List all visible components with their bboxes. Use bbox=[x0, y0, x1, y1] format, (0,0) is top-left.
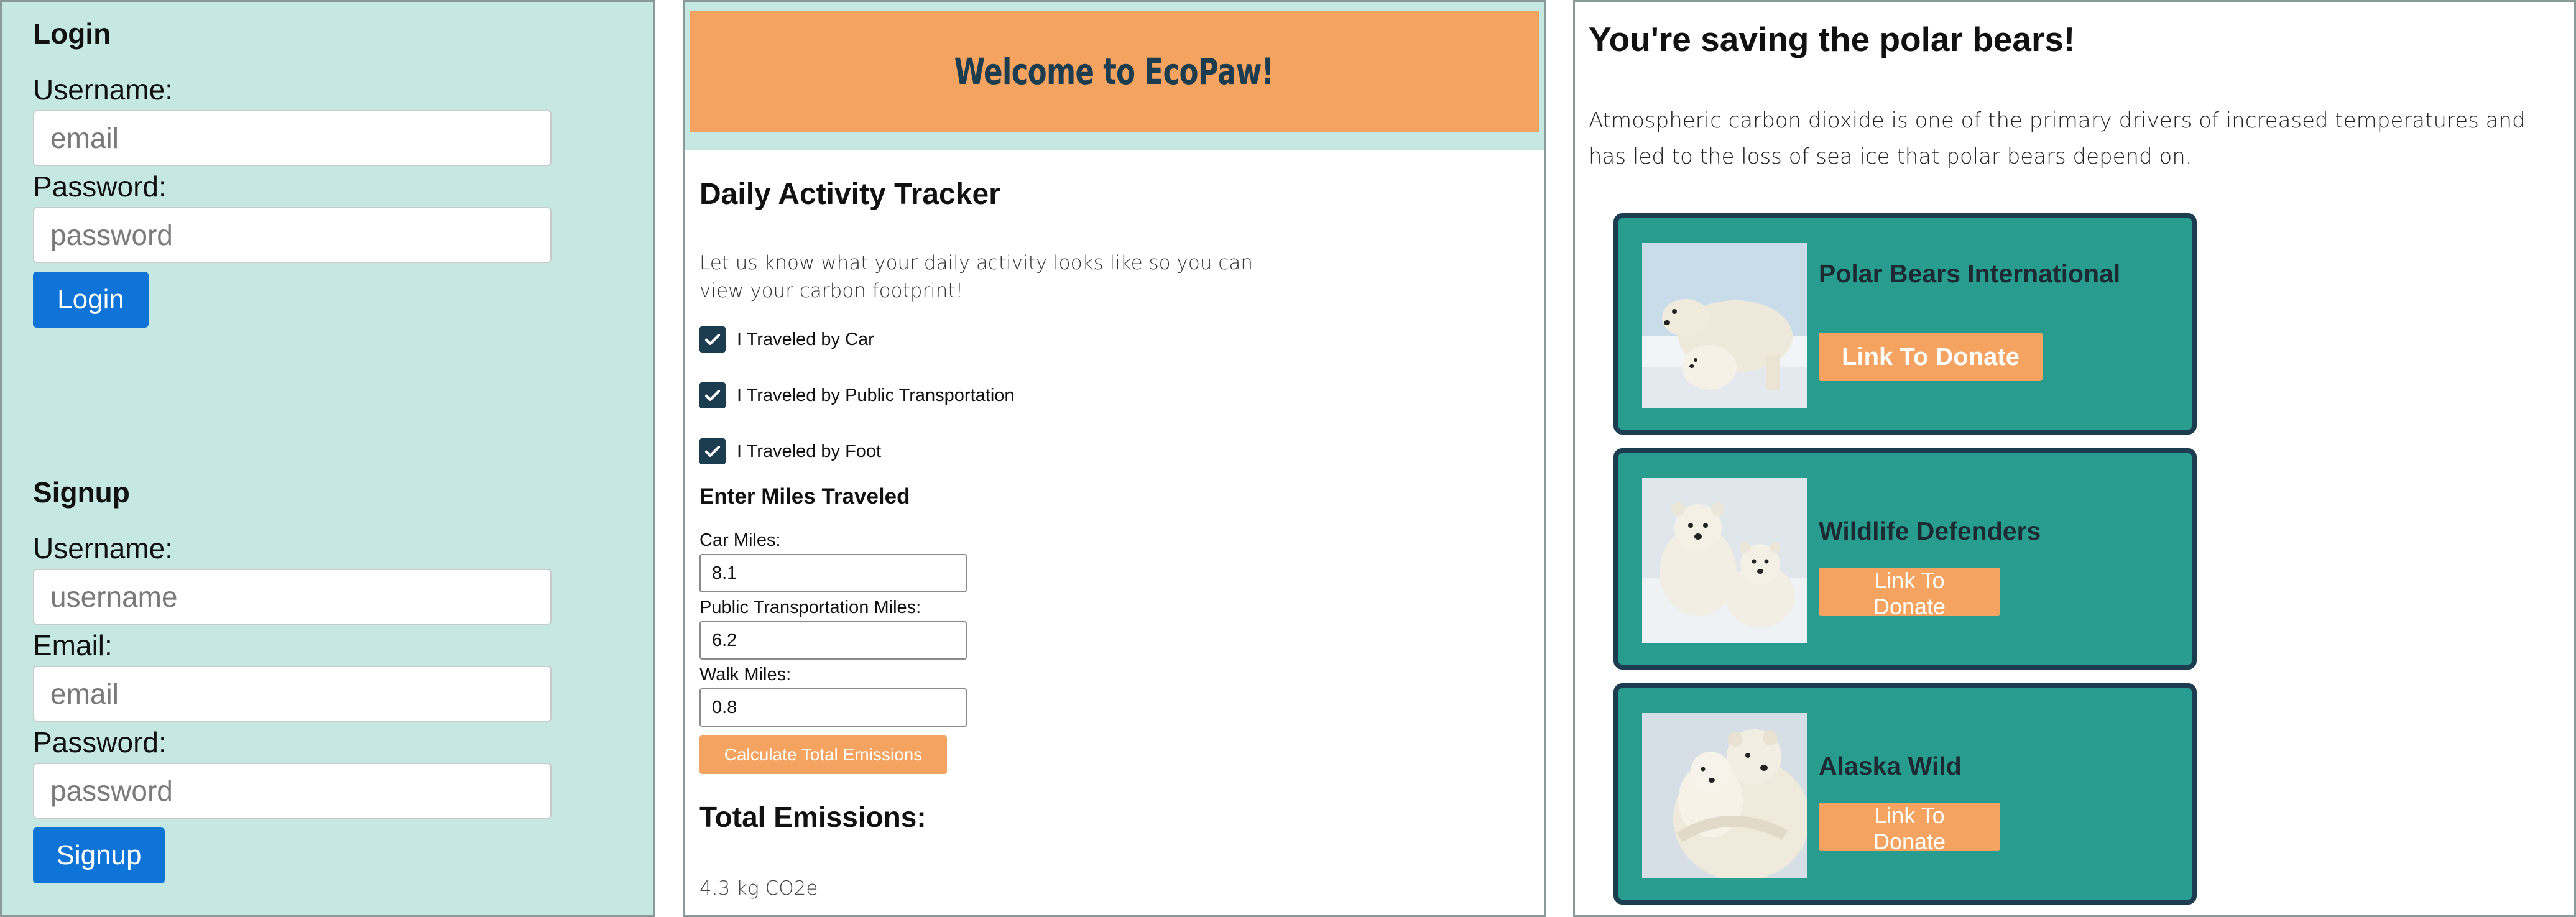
calculate-emissions-button[interactable]: Calculate Total Emissions bbox=[699, 735, 947, 774]
login-username-label: Username: bbox=[33, 73, 173, 106]
foot-checkbox-label: I Traveled by Foot bbox=[737, 441, 882, 461]
signup-password-label: Password: bbox=[33, 726, 167, 758]
polar-bear-mother-cub-photo bbox=[1642, 243, 1807, 408]
donate-link-button[interactable]: Link To Donate bbox=[1819, 333, 2043, 381]
transit-checkbox-label: I Traveled by Public Transportation bbox=[737, 385, 1015, 405]
foot-checkbox-row[interactable]: I Traveled by Foot bbox=[699, 438, 881, 464]
login-button[interactable]: Login bbox=[33, 272, 149, 328]
signup-password-input[interactable] bbox=[33, 763, 552, 819]
car-checkbox-row[interactable]: I Traveled by Car bbox=[699, 326, 874, 353]
transit-miles-input[interactable] bbox=[699, 621, 967, 660]
tracker-panel: Welcome to EcoPaw! Daily Activity Tracke… bbox=[683, 0, 1546, 917]
total-emissions-heading: Total Emissions: bbox=[699, 801, 926, 833]
auth-panel: Login Username: Password: Login Signup U… bbox=[0, 0, 655, 917]
signup-username-input[interactable] bbox=[33, 569, 552, 625]
donate-link-button[interactable]: Link To Donate bbox=[1819, 568, 2000, 619]
org-card-alaska-wild: Alaska Wild Link To Donate bbox=[1613, 683, 2197, 905]
welcome-banner-text: Welcome to EcoPaw! bbox=[954, 50, 1275, 93]
checkbox-checked-icon[interactable] bbox=[699, 382, 726, 408]
bears-panel: You're saving the polar bears! Atmospher… bbox=[1573, 0, 2576, 917]
banner-container: Welcome to EcoPaw! bbox=[685, 2, 1544, 150]
polar-bear-cubs-photo bbox=[1642, 478, 1807, 643]
walk-miles-label: Walk Miles: bbox=[699, 665, 792, 684]
signup-email-label: Email: bbox=[33, 629, 113, 661]
signup-button[interactable]: Signup bbox=[33, 827, 165, 883]
login-username-input[interactable] bbox=[33, 110, 552, 166]
checkbox-checked-icon[interactable] bbox=[699, 438, 726, 464]
org-name: Alaska Wild bbox=[1819, 752, 1962, 780]
total-emissions-value: 4.3 kg CO2e bbox=[699, 877, 818, 900]
org-name: Polar Bears International bbox=[1819, 259, 2121, 288]
car-checkbox-label: I Traveled by Car bbox=[737, 329, 874, 349]
tracker-description: Let us know what your daily activity loo… bbox=[699, 252, 1253, 302]
polar-bears-hugging-photo bbox=[1642, 713, 1807, 878]
welcome-banner: Welcome to EcoPaw! bbox=[690, 11, 1539, 132]
bears-description: Atmospheric carbon dioxide is one of the… bbox=[1589, 108, 2526, 169]
org-card-wildlife-defenders: Wildlife Defenders Link To Donate bbox=[1613, 448, 2197, 670]
login-password-input[interactable] bbox=[33, 207, 552, 263]
car-miles-input[interactable] bbox=[699, 554, 967, 592]
donate-link-button[interactable]: Link To Donate bbox=[1819, 803, 2000, 854]
org-name: Wildlife Defenders bbox=[1819, 517, 2041, 545]
bears-title: You're saving the polar bears! bbox=[1589, 20, 2075, 58]
login-heading: Login bbox=[33, 17, 111, 50]
login-password-label: Password: bbox=[33, 170, 167, 203]
checkbox-checked-icon[interactable] bbox=[699, 326, 726, 353]
signup-username-label: Username: bbox=[33, 532, 173, 564]
walk-miles-input[interactable] bbox=[699, 688, 967, 727]
signup-email-input[interactable] bbox=[33, 666, 552, 722]
signup-heading: Signup bbox=[33, 476, 130, 509]
car-miles-label: Car Miles: bbox=[699, 530, 781, 550]
transit-checkbox-row[interactable]: I Traveled by Public Transportation bbox=[699, 382, 1015, 408]
transit-miles-label: Public Transportation Miles: bbox=[699, 597, 921, 617]
org-card-polar-bears-international: Polar Bears International Link To Donate bbox=[1613, 213, 2197, 435]
miles-heading: Enter Miles Traveled bbox=[699, 484, 910, 509]
tracker-heading: Daily Activity Tracker bbox=[699, 178, 1000, 211]
